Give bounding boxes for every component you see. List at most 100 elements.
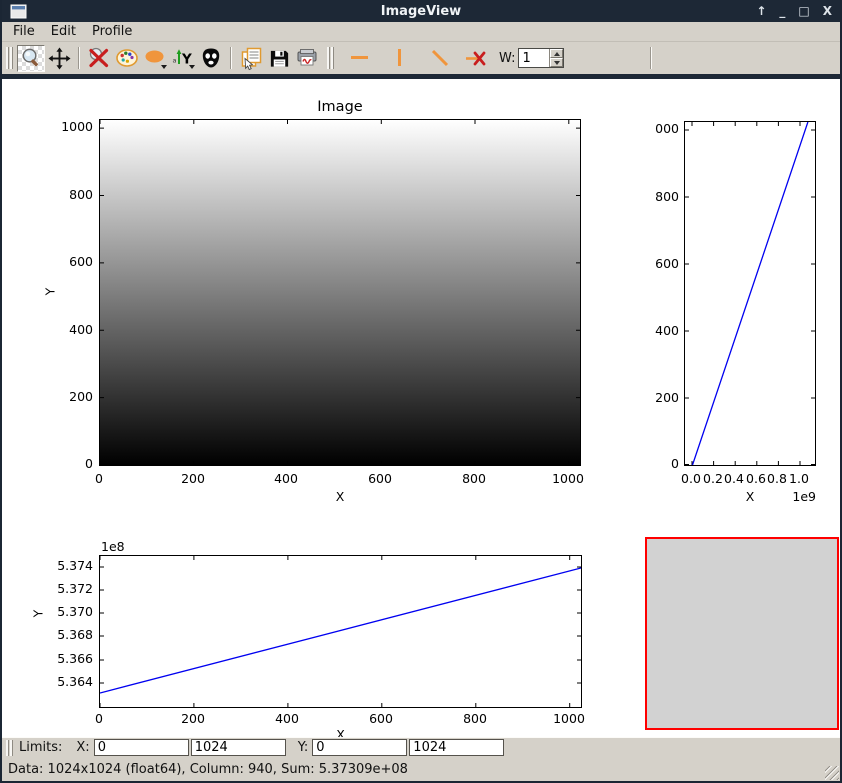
- add-diagonal-line-button[interactable]: [426, 45, 454, 72]
- ytick-label: 5.368: [38, 627, 93, 642]
- xtick-label: 0: [71, 471, 127, 486]
- chevron-down-icon: [189, 65, 195, 69]
- print-plot-button[interactable]: [293, 45, 321, 72]
- diagonal-line-icon: [428, 46, 452, 70]
- menu-file[interactable]: File: [6, 23, 44, 41]
- xtick-label: 800: [447, 711, 503, 726]
- shade-button[interactable]: ↑: [756, 1, 766, 21]
- close-button[interactable]: X: [823, 1, 832, 21]
- spin-down-button[interactable]: [550, 58, 563, 67]
- ytick-label: 0: [38, 456, 93, 471]
- ytick-label: 800: [38, 187, 93, 202]
- x-min-input[interactable]: [94, 739, 189, 756]
- xtick-label: 600: [352, 471, 408, 486]
- limits-toolbar-handle[interactable]: [6, 740, 13, 756]
- status-text: Data: 1024x1024 (float64), Column: 940, …: [8, 762, 408, 777]
- line-toolbar-handle[interactable]: [327, 47, 334, 69]
- col-profile-canvas[interactable]: [99, 555, 582, 708]
- row-profile-line: [693, 122, 808, 465]
- line-width-label: W:: [499, 51, 515, 66]
- ytick-label: 1000: [38, 119, 93, 134]
- palette-icon: [115, 46, 139, 70]
- ellipse-region-button[interactable]: [141, 45, 169, 72]
- mask-icon: [199, 46, 223, 70]
- y-max-input[interactable]: [409, 739, 504, 756]
- ytick-label: 800: [629, 189, 679, 204]
- image-axes-ticks: [100, 120, 580, 465]
- xtick-label: 800: [446, 471, 502, 486]
- window-icon: [10, 4, 27, 19]
- col-profile-plot: [100, 556, 581, 707]
- limits-x-label: X:: [76, 740, 89, 755]
- maximize-button[interactable]: □: [798, 1, 809, 21]
- save-icon: [268, 47, 291, 70]
- ytick-label: 5.370: [38, 604, 93, 619]
- triangle-down-icon: [554, 61, 560, 65]
- zoom-tool-button[interactable]: [17, 45, 45, 72]
- y-scale-button[interactable]: a Y: [169, 45, 197, 72]
- ytick-label: 5.372: [38, 581, 93, 596]
- limits-toolbar: Limits: X: Y:: [2, 737, 840, 757]
- roi-selection-box[interactable]: [645, 537, 839, 730]
- add-horizontal-line-button[interactable]: [346, 45, 374, 72]
- ytick-label: 400: [629, 323, 679, 338]
- copy-profile-button[interactable]: [237, 45, 265, 72]
- menu-edit[interactable]: Edit: [44, 23, 85, 41]
- pan-tool-button[interactable]: [45, 45, 73, 72]
- toolbar-separator: [230, 47, 232, 69]
- limits-y-label: Y:: [298, 740, 309, 755]
- ytick-label: 000: [629, 121, 679, 136]
- minimize-button[interactable]: _: [779, 1, 785, 21]
- spinner: [549, 49, 563, 67]
- reset-zoom-button[interactable]: [85, 45, 113, 72]
- magnifier-icon: [20, 47, 43, 70]
- toolbar-handle[interactable]: [6, 47, 13, 69]
- chevron-down-icon: [161, 65, 167, 69]
- xtick-label: 1000: [541, 711, 597, 726]
- image-canvas[interactable]: [99, 119, 581, 466]
- row-profile-offset: 1e9: [774, 489, 816, 504]
- menubar: File Edit Profile: [2, 22, 840, 42]
- ytick-label: 200: [38, 389, 93, 404]
- window-title: ImageView: [2, 4, 840, 19]
- col-profile-line: [100, 568, 581, 693]
- imageview-window: ImageView ↑ _ □ X File Edit Profile: [0, 0, 842, 783]
- xtick-label: 0: [71, 711, 127, 726]
- col-profile-xlabel: X: [99, 727, 582, 737]
- titlebar[interactable]: ImageView ↑ _ □ X: [2, 0, 840, 22]
- ytick-label: 600: [629, 256, 679, 271]
- image-plot-ylabel: Y: [42, 288, 57, 296]
- save-button[interactable]: [265, 45, 293, 72]
- x-max-input[interactable]: [191, 739, 286, 756]
- row-profile-canvas[interactable]: [684, 121, 816, 466]
- image-plot-xlabel: X: [99, 489, 581, 504]
- pan-arrows-icon: [48, 47, 71, 70]
- add-vertical-line-button[interactable]: [386, 45, 414, 72]
- ytick-label: 0: [629, 456, 679, 471]
- copy-icon: [239, 46, 264, 71]
- col-profile-offset: 1e8: [101, 539, 125, 554]
- line-width-input[interactable]: [519, 49, 549, 67]
- mask-button[interactable]: [197, 45, 225, 72]
- ytick-label: 600: [38, 254, 93, 269]
- xtick-label: 1000: [540, 471, 596, 486]
- spin-up-button[interactable]: [550, 49, 563, 58]
- y-min-input[interactable]: [312, 739, 407, 756]
- horizontal-line-icon: [348, 46, 372, 70]
- row-profile-plot: [685, 122, 815, 465]
- print-plot-icon: [295, 46, 319, 70]
- remove-line-icon: [464, 46, 489, 71]
- svg-text:a: a: [173, 57, 177, 65]
- image-plot-title: Image: [99, 99, 581, 115]
- xtick-label: 400: [259, 711, 315, 726]
- menu-profile[interactable]: Profile: [85, 23, 141, 41]
- resize-grip[interactable]: [825, 766, 839, 780]
- xtick-label: 600: [353, 711, 409, 726]
- colormap-button[interactable]: [113, 45, 141, 72]
- plot-area: Image Y 1000 800 600 400 200 0 0 200 400…: [2, 79, 840, 737]
- window-controls: ↑ _ □ X: [756, 1, 832, 21]
- xtick-label: 200: [165, 471, 221, 486]
- ytick-label: 5.374: [38, 558, 93, 573]
- remove-line-button[interactable]: [462, 45, 490, 72]
- toolbar: a Y: [2, 42, 840, 74]
